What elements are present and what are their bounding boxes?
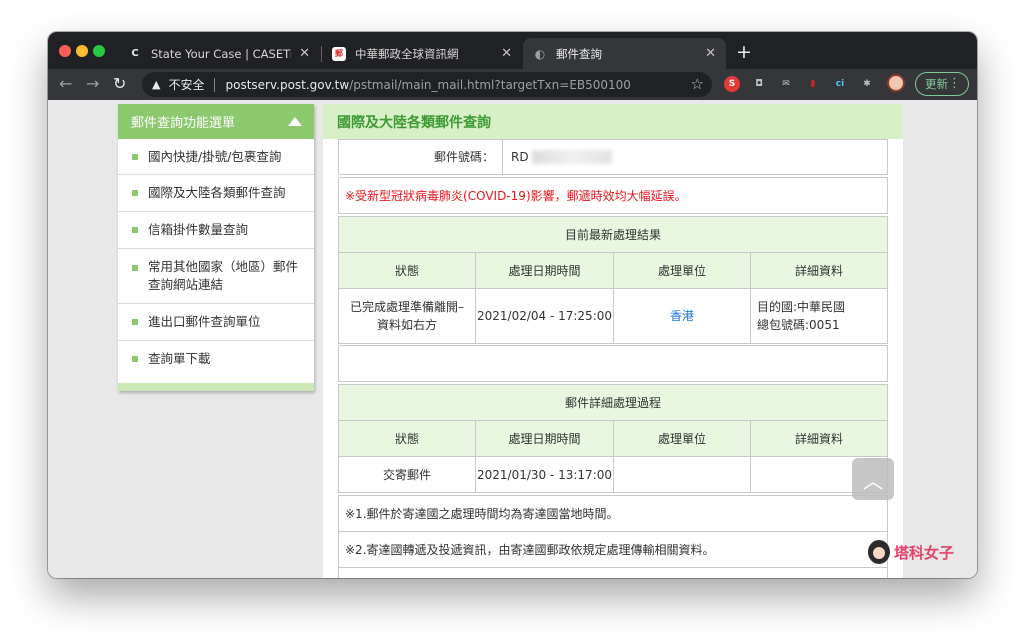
tracking-value-cell: RD — [502, 139, 888, 175]
pocket-icon[interactable]: ◘ — [751, 76, 767, 92]
sidebar-header[interactable]: 郵件查詢功能選單 — [118, 104, 314, 139]
main-panel: 國際及大陸各類郵件查詢 郵件號碼： RD ※受新型冠狀病毒肺炎(COVID-19… — [323, 104, 903, 578]
latest-unit-link[interactable]: 香港 — [613, 288, 751, 344]
sidebar-item-label: 常用其他國家（地區）郵件查詢網站連結 — [148, 259, 299, 292]
page-content: 郵件查詢功能選單 國內快捷/掛號/包裹查詢 國際及大陸各類郵件查詢 信箱掛件數量… — [48, 100, 977, 578]
table-bottom-row — [338, 567, 888, 578]
close-tab-icon[interactable]: ✕ — [299, 46, 310, 61]
watermark: 塔科女子 — [868, 540, 954, 564]
bullet-icon — [132, 153, 138, 160]
history-status: 交寄郵件 — [338, 456, 476, 493]
sidebar-item-label: 信箱掛件數量查詢 — [148, 222, 249, 237]
new-tab-icon[interactable]: + — [736, 41, 752, 63]
globe-favicon-icon: ◐ — [534, 46, 546, 61]
minimize-window-button[interactable] — [76, 45, 88, 57]
col-detail: 詳細資料 — [750, 252, 888, 289]
covid-notice: ※受新型冠狀病毒肺炎(COVID-19)影響，郵遞時效均大幅延誤。 — [338, 177, 888, 214]
bullet-icon — [132, 265, 138, 271]
redacted-tracking-digits — [531, 150, 612, 164]
col-unit: 處理單位 — [613, 252, 751, 289]
back-icon[interactable]: ← — [59, 74, 72, 93]
tab-title: State Your Case | CASETiFY — [151, 46, 292, 61]
col-detail: 詳細資料 — [750, 420, 888, 457]
sidebar-item-download[interactable]: 查詢單下載 — [118, 341, 314, 377]
collapse-arrow-icon[interactable] — [288, 117, 302, 126]
sidebar-item-domestic[interactable]: 國內快捷/掛號/包裹查詢 — [118, 139, 314, 175]
latest-datetime: 2021/02/04 - 17:25:00 — [475, 288, 614, 344]
bullet-icon — [132, 227, 138, 233]
url-host: postserv.post.gov.tw — [225, 77, 350, 92]
latest-detail: 目的國:中華民國 總包號碼:0051 — [750, 288, 888, 344]
update-label: 更新 — [925, 77, 948, 91]
chunghwa-post-favicon-icon: 郵 — [332, 46, 346, 61]
sidebar-title: 郵件查詢功能選單 — [131, 116, 236, 131]
tab-casetify[interactable]: C State Your Case | CASETiFY ✕ — [118, 38, 320, 69]
book-icon[interactable]: ▮ — [805, 76, 821, 92]
warning-icon[interactable]: ▲ — [152, 78, 160, 91]
bullet-icon — [132, 356, 138, 362]
tab-mail-query[interactable]: ◐ 郵件查詢 ✕ — [523, 38, 726, 69]
puzzle-icon[interactable]: ✱ — [859, 76, 875, 92]
sidebar-item-other-countries[interactable]: 常用其他國家（地區）郵件查詢網站連結 — [118, 249, 314, 304]
browser-window: C State Your Case | CASETiFY ✕ 郵 中華郵政全球資… — [48, 32, 977, 578]
sidebar-item-international[interactable]: 國際及大陸各類郵件查詢 — [118, 175, 314, 212]
url-path: /pstmail/main_mail.html?targetTxn=EB5001… — [349, 77, 631, 92]
sidebar-item-mailbox[interactable]: 信箱掛件數量查詢 — [118, 212, 314, 249]
address-bar[interactable]: ▲ 不安全 postserv.post.gov.tw /pstmail/main… — [142, 72, 712, 97]
mail-icon[interactable]: ✉ — [778, 76, 794, 92]
tab-title: 中華郵政全球資訊網 — [355, 46, 459, 61]
close-tab-icon[interactable]: ✕ — [705, 46, 716, 61]
history-unit — [613, 456, 751, 493]
tracking-label: 郵件號碼： — [338, 139, 503, 175]
detail-bag-number: 總包號碼:0051 — [757, 318, 840, 332]
spacer-row — [338, 345, 888, 382]
latest-result-heading: 目前最新處理結果 — [338, 216, 888, 253]
watermark-face-icon — [868, 540, 890, 564]
bullet-icon — [132, 319, 138, 325]
more-menu-icon[interactable]: ⋮ — [948, 76, 961, 91]
col-datetime: 處理日期時間 — [475, 252, 614, 289]
profile-avatar[interactable] — [887, 74, 905, 92]
sidebar-item-label: 國內快捷/掛號/包裹查詢 — [148, 148, 282, 164]
reload-icon[interactable]: ↻ — [113, 74, 126, 93]
query-menu-sidebar: 郵件查詢功能選單 國內快捷/掛號/包裹查詢 國際及大陸各類郵件查詢 信箱掛件數量… — [118, 104, 314, 391]
latest-status: 已完成處理準備離開–資料如右方 — [338, 288, 476, 344]
col-datetime: 處理日期時間 — [475, 420, 614, 457]
page-title: 國際及大陸各類郵件查詢 — [323, 104, 903, 139]
tracking-number: RD — [511, 150, 529, 164]
close-window-button[interactable] — [59, 45, 71, 57]
update-button[interactable]: 更新 ⋮ — [915, 72, 969, 96]
history-datetime: 2021/01/30 - 13:17:00 — [475, 456, 614, 493]
address-divider — [214, 77, 216, 92]
browser-toolbar: ← → ↻ ▲ 不安全 postserv.post.gov.tw /pstmai… — [48, 69, 977, 100]
ci-extension-icon[interactable]: ci — [832, 76, 848, 92]
sidebar-item-label: 查詢單下載 — [148, 351, 211, 366]
insecure-label[interactable]: 不安全 — [168, 76, 204, 93]
bullet-icon — [132, 190, 138, 196]
tab-bar: C State Your Case | CASETiFY ✕ 郵 中華郵政全球資… — [48, 32, 977, 69]
forward-icon[interactable]: → — [86, 74, 99, 93]
watermark-text: 塔科女子 — [894, 543, 955, 562]
col-status: 狀態 — [338, 252, 476, 289]
tab-chunghwa-post[interactable]: 郵 中華郵政全球資訊網 ✕ — [322, 38, 522, 69]
close-tab-icon[interactable]: ✕ — [501, 46, 512, 61]
s-extension-icon[interactable]: S — [724, 76, 740, 92]
tab-title: 郵件查詢 — [556, 46, 602, 61]
note-1: ※1.郵件於寄達國之處理時間均為寄達國當地時間。 — [338, 495, 888, 532]
sidebar-item-label: 國際及大陸各類郵件查詢 — [148, 185, 286, 200]
col-unit: 處理單位 — [613, 420, 751, 457]
detail-destination: 目的國:中華民國 — [757, 300, 846, 314]
bookmark-star-icon[interactable]: ☆ — [691, 75, 704, 93]
note-2: ※2.寄達國轉遞及投遞資訊，由寄達國郵政依規定處理傳輸相關資料。 — [338, 531, 888, 568]
sidebar-item-label: 進出口郵件查詢單位 — [148, 314, 261, 329]
maximize-window-button[interactable] — [93, 45, 105, 57]
scroll-to-top-button[interactable]: ︿ — [852, 458, 894, 500]
sidebar-item-import-export[interactable]: 進出口郵件查詢單位 — [118, 304, 314, 341]
sidebar-footer — [118, 383, 314, 391]
casetify-favicon-icon: C — [131, 48, 139, 59]
history-heading: 郵件詳細處理過程 — [338, 384, 888, 421]
col-status: 狀態 — [338, 420, 476, 457]
